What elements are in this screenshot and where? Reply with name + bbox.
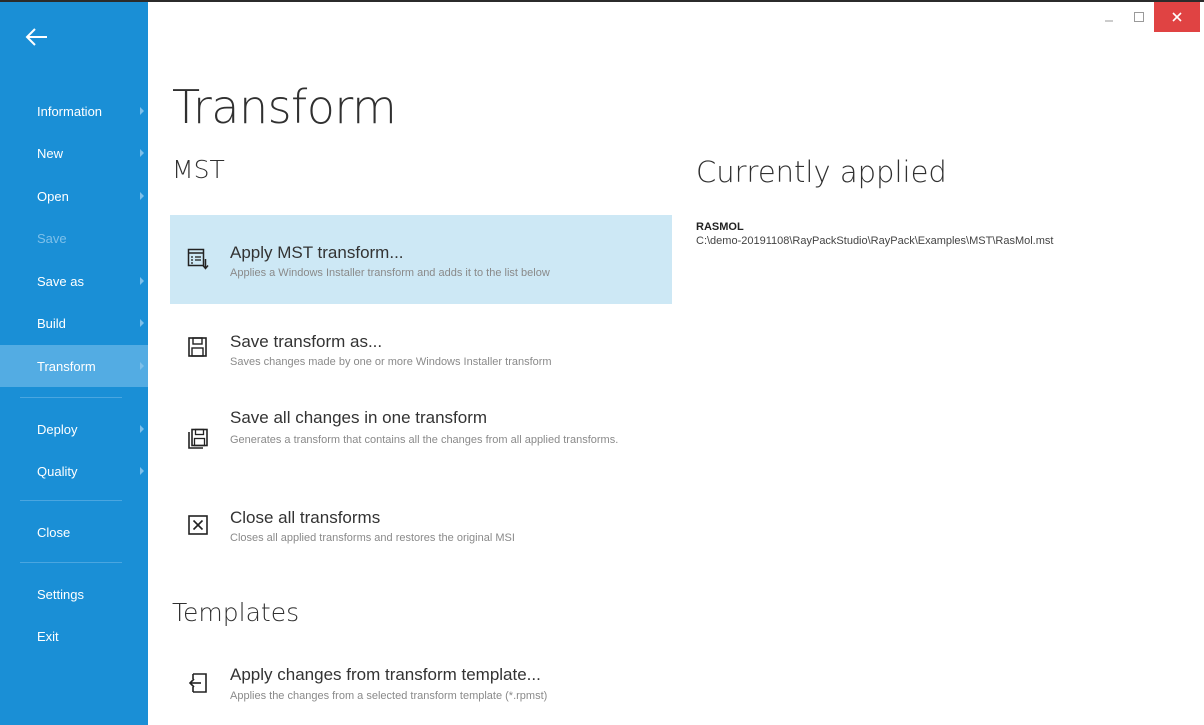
action-description: Saves changes made by one or more Window… [230, 356, 552, 368]
sidebar-divider [20, 562, 122, 563]
chevron-right-icon [140, 362, 144, 370]
maximize-button[interactable] [1124, 2, 1154, 32]
page-title: Transform [172, 80, 397, 134]
close-all-transforms-button[interactable]: Close all transforms Closes all applied … [170, 502, 672, 556]
applied-transform-path: C:\demo-20191108\RayPackStudio\RayPack\E… [696, 235, 1054, 247]
action-description: Applies a Windows Installer transform an… [230, 267, 550, 279]
chevron-right-icon [140, 192, 144, 200]
chevron-right-icon [140, 467, 144, 475]
action-label: Apply changes from transform template... [230, 665, 541, 684]
action-description: Generates a transform that contains all … [230, 434, 619, 446]
sidebar-item-transform[interactable]: Transform [0, 345, 148, 387]
minimize-icon [1105, 20, 1113, 22]
sidebar-item-quality[interactable]: Quality [0, 450, 148, 492]
chevron-right-icon [140, 107, 144, 115]
apply-template-button[interactable]: Apply changes from transform template...… [170, 659, 672, 713]
action-description: Applies the changes from a selected tran… [230, 690, 548, 702]
chevron-right-icon [140, 319, 144, 327]
apply-transform-icon [187, 248, 209, 270]
sidebar: Information New Open Save Save as Build … [0, 2, 148, 725]
action-label: Apply MST transform... [230, 243, 404, 262]
sidebar-item-label: Settings [37, 586, 84, 602]
sidebar-item-settings[interactable]: Settings [0, 573, 148, 615]
section-title-mst: MST [172, 155, 225, 184]
minimize-button[interactable] [1094, 2, 1124, 32]
sidebar-item-label: Save as [37, 273, 84, 289]
window-top-border [0, 0, 1204, 2]
sidebar-divider [20, 500, 122, 501]
sidebar-item-build[interactable]: Build [0, 302, 148, 344]
sidebar-item-label: New [37, 145, 64, 161]
sidebar-item-label: Transform [37, 358, 96, 374]
sidebar-item-label: Close [37, 524, 71, 540]
import-icon [188, 673, 207, 693]
sidebar-divider [20, 397, 122, 398]
section-title-currently-applied: Currently applied [696, 155, 947, 189]
save-all-icon [188, 428, 208, 449]
sidebar-item-label: Build [37, 315, 66, 331]
applied-transform-name: RASMOL [696, 221, 744, 233]
maximize-icon [1134, 12, 1144, 22]
sidebar-item-open[interactable]: Open [0, 175, 148, 217]
sidebar-item-label: Deploy [37, 421, 78, 437]
close-icon [1172, 12, 1182, 22]
save-transform-as-button[interactable]: Save transform as... Saves changes made … [170, 325, 672, 379]
sidebar-item-information[interactable]: Information [0, 90, 148, 132]
action-label: Save all changes in one transform [230, 408, 488, 427]
back-arrow-icon[interactable] [22, 22, 52, 52]
action-description: Closes all applied transforms and restor… [230, 532, 515, 544]
chevron-right-icon [140, 277, 144, 285]
sidebar-item-label: Save [37, 230, 67, 246]
action-label: Close all transforms [230, 508, 381, 527]
sidebar-item-deploy[interactable]: Deploy [0, 408, 148, 450]
sidebar-item-label: Quality [37, 463, 78, 479]
sidebar-item-label: Exit [37, 628, 59, 644]
sidebar-item-label: Open [37, 188, 69, 204]
close-box-icon [188, 515, 208, 535]
sidebar-item-close[interactable]: Close [0, 511, 148, 553]
sidebar-item-save: Save [0, 217, 148, 259]
sidebar-item-exit[interactable]: Exit [0, 615, 148, 657]
apply-mst-transform-button[interactable]: Apply MST transform... Applies a Windows… [170, 215, 672, 304]
save-all-changes-button[interactable]: Save all changes in one transform Genera… [170, 402, 672, 474]
close-window-button[interactable] [1154, 2, 1200, 32]
sidebar-item-new[interactable]: New [0, 132, 148, 174]
section-title-templates: Templates [172, 598, 300, 627]
sidebar-item-save-as[interactable]: Save as [0, 260, 148, 302]
chevron-right-icon [140, 149, 144, 157]
action-label: Save transform as... [230, 332, 383, 351]
save-icon [188, 337, 207, 357]
chevron-right-icon [140, 425, 144, 433]
sidebar-item-label: Information [37, 103, 103, 119]
